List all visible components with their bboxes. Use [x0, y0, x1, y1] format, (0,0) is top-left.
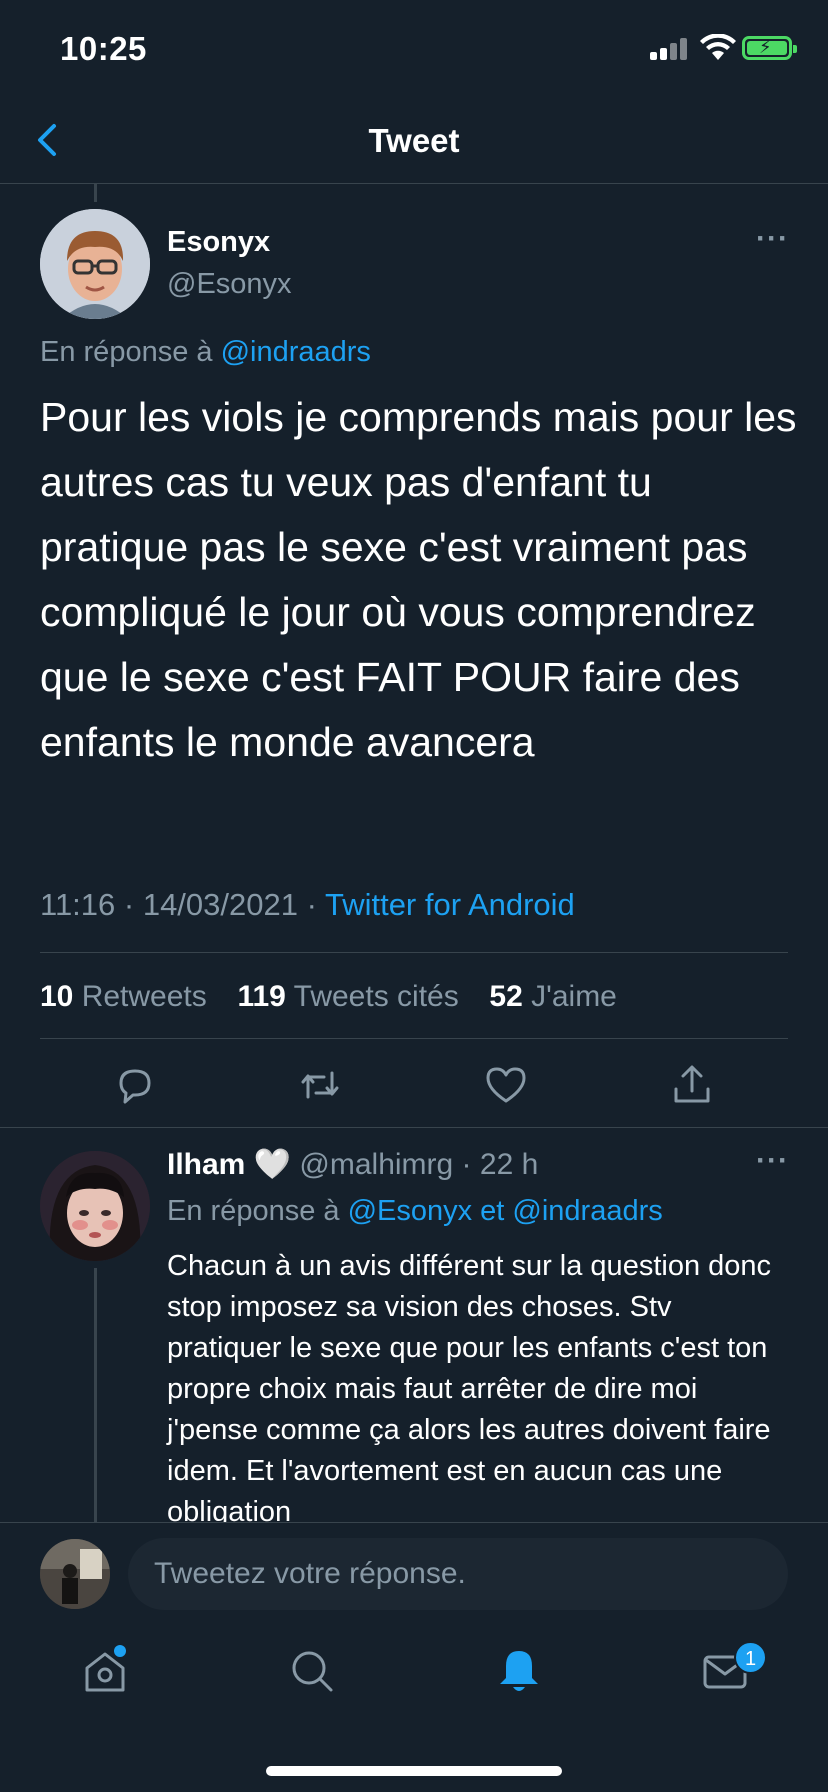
- white-heart-emoji: 🤍: [253, 1148, 292, 1181]
- page-title: Tweet: [368, 122, 460, 159]
- author-name[interactable]: Esonyx: [167, 226, 270, 259]
- more-options-icon[interactable]: ···: [756, 222, 789, 256]
- search-icon[interactable]: [287, 1646, 337, 1696]
- reply-icon[interactable]: [111, 1063, 159, 1107]
- reply-author-name[interactable]: Ilham: [167, 1148, 245, 1181]
- reply-to-prefix: En réponse à: [167, 1195, 348, 1227]
- thread-line: [94, 184, 97, 202]
- section-divider: [0, 1127, 828, 1128]
- home-indicator[interactable]: [266, 1766, 562, 1776]
- reply-time: · 22 h: [453, 1148, 539, 1181]
- author-handle[interactable]: @Esonyx: [167, 268, 292, 301]
- reply-compose-input[interactable]: [128, 1538, 788, 1610]
- thread-line: [94, 1268, 97, 1522]
- divider: [40, 952, 788, 953]
- battery-charging-icon: ⚡: [742, 36, 797, 60]
- notifications-icon[interactable]: [494, 1646, 544, 1696]
- reply-to-user-link[interactable]: @indraadrs: [221, 336, 371, 368]
- reply-reply-to-line: En réponse à @Esonyx et @indraadrs: [167, 1195, 663, 1228]
- wifi-icon: [700, 34, 736, 60]
- reply-to-users-link[interactable]: @Esonyx et @indraadrs: [348, 1195, 663, 1227]
- memoji-avatar-image: [40, 209, 150, 319]
- tweet-timestamp: 11:16 · 14/03/2021 ·: [40, 887, 325, 922]
- quotes-stat[interactable]: 119 Tweets cités: [237, 980, 458, 1013]
- reply-to-prefix: En réponse à: [40, 336, 221, 368]
- current-user-avatar-image: [40, 1539, 110, 1609]
- reply-text: Chacun à un avis différent sur la questi…: [167, 1250, 772, 1528]
- tweet-source-link[interactable]: Twitter for Android: [325, 887, 575, 922]
- likes-stat[interactable]: 52 J'aime: [489, 980, 616, 1013]
- reply-avatar-image: [40, 1151, 150, 1261]
- nav-divider: [0, 183, 828, 184]
- reply-header: Ilham 🤍 @malhimrg · 22 h: [167, 1147, 538, 1182]
- tweet-stats: 10 Retweets 119 Tweets cités 52 J'aime: [40, 980, 617, 1014]
- tweet-meta: 11:16 · 14/03/2021 · Twitter for Android: [40, 887, 575, 923]
- cellular-signal-icon: [650, 36, 690, 60]
- current-user-avatar[interactable]: [40, 1539, 110, 1609]
- divider: [40, 1038, 788, 1039]
- status-time: 10:25: [60, 30, 147, 67]
- share-icon[interactable]: [668, 1063, 716, 1107]
- reply-more-options-icon[interactable]: ···: [756, 1144, 789, 1178]
- like-icon[interactable]: [482, 1063, 530, 1107]
- messages-badge: 1: [734, 1641, 767, 1674]
- reply-author-handle[interactable]: @malhimrg: [299, 1148, 453, 1181]
- tweet-text: Pour les viols je comprends mais pour le…: [40, 394, 797, 765]
- home-new-indicator: [114, 1645, 126, 1657]
- author-avatar[interactable]: [40, 209, 150, 319]
- retweets-stat[interactable]: 10 Retweets: [40, 980, 207, 1013]
- reply-to-line: En réponse à @indraadrs: [40, 336, 371, 369]
- retweet-icon[interactable]: [296, 1063, 344, 1107]
- reply-author-avatar[interactable]: [40, 1151, 150, 1261]
